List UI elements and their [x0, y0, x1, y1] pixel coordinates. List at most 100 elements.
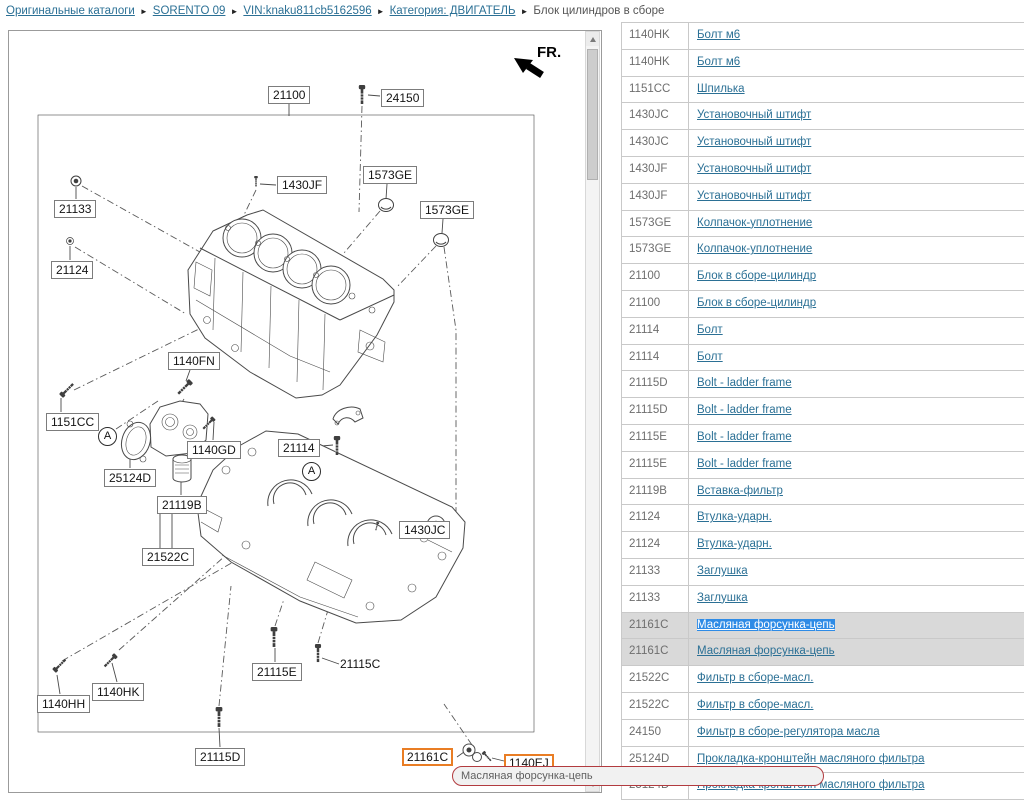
- callout-1140GD[interactable]: 1140GD: [187, 441, 241, 459]
- part-code: 1140HK: [622, 23, 689, 49]
- callout-1430JF[interactable]: 1430JF: [277, 176, 327, 194]
- part-name-link[interactable]: Болт: [697, 324, 723, 336]
- engine-diagram-sketch: [8, 30, 602, 793]
- part-name-cell: Втулка-ударн.: [689, 532, 1024, 558]
- part-code: 21124: [622, 505, 689, 531]
- part-name-link[interactable]: Bolt - ladder frame: [697, 458, 792, 470]
- part-name-cell: Заглушка: [689, 586, 1024, 612]
- part-name-link[interactable]: Bolt - ladder frame: [697, 431, 792, 443]
- part-name-link[interactable]: Шпилька: [697, 83, 745, 95]
- table-row: 21133 Заглушка: [622, 559, 1024, 586]
- part-name-cell: Фильтр в сборе-масл.: [689, 693, 1024, 719]
- part-code: 21133: [622, 586, 689, 612]
- part-name-link[interactable]: Установочный штифт: [697, 136, 811, 148]
- breadcrumb-link-catalogs[interactable]: Оригинальные каталоги: [6, 5, 135, 17]
- callout-1151CC[interactable]: 1151CC: [46, 413, 99, 431]
- part-code: 1573GE: [622, 237, 689, 263]
- fr-direction-label: FR.: [537, 44, 561, 61]
- part-name-cell: Масляная форсунка-цепь: [689, 639, 1024, 665]
- part-code: 21522C: [622, 666, 689, 692]
- part-name-link[interactable]: Масляная форсунка-цепь: [697, 645, 835, 657]
- callout-1573GE-1[interactable]: 1573GE: [363, 166, 417, 184]
- part-name-link[interactable]: Втулка-ударн.: [697, 511, 772, 523]
- table-row: 21522C Фильтр в сборе-масл.: [622, 693, 1024, 720]
- callout-21100[interactable]: 21100: [268, 86, 310, 104]
- callout-1140HK[interactable]: 1140HK: [92, 683, 144, 701]
- breadcrumb-link-model[interactable]: SORENTO 09: [153, 5, 226, 17]
- part-name-cell: Блок в сборе-цилиндр: [689, 291, 1024, 317]
- part-name-link[interactable]: Вставка-фильтр: [697, 485, 783, 497]
- leader-lines: [57, 95, 504, 761]
- part-name-cell: Блок в сборе-цилиндр: [689, 264, 1024, 290]
- scroll-up-button[interactable]: [586, 32, 599, 46]
- part-name-link[interactable]: Установочный штифт: [697, 163, 811, 175]
- part-code: 21100: [622, 291, 689, 317]
- table-row: 21115D Bolt - ladder frame: [622, 398, 1024, 425]
- part-name-link[interactable]: Фильтр в сборе-масл.: [697, 699, 813, 711]
- part-name-link[interactable]: Заглушка: [697, 565, 748, 577]
- callout-24150[interactable]: 24150: [381, 89, 424, 107]
- part-name-link[interactable]: Установочный штифт: [697, 109, 811, 121]
- table-row: 1430JC Установочный штифт: [622, 103, 1024, 130]
- diagram-scrollbar[interactable]: [585, 31, 600, 792]
- scrollbar-thumb[interactable]: [587, 49, 598, 180]
- callout-21114[interactable]: 21114: [278, 439, 320, 457]
- table-row: 21133 Заглушка: [622, 586, 1024, 613]
- part-name-link[interactable]: Установочный штифт: [697, 190, 811, 202]
- part-name-link[interactable]: Болт м6: [697, 56, 740, 68]
- callout-1140HH[interactable]: 1140HH: [37, 695, 90, 713]
- part-name-link[interactable]: Прокладка-кронштейн масляного фильтра: [697, 753, 924, 765]
- table-row: 21114 Болт: [622, 345, 1024, 372]
- part-name-link[interactable]: Фильтр в сборе-регулятора масла: [697, 726, 880, 738]
- callout-21522C[interactable]: 21522C: [142, 548, 194, 566]
- part-code: 21161C: [622, 639, 689, 665]
- table-row: 21115E Bolt - ladder frame: [622, 425, 1024, 452]
- breadcrumb-separator-icon: ►: [140, 7, 148, 16]
- callout-21115E[interactable]: 21115E: [252, 663, 302, 681]
- part-name-cell: Bolt - ladder frame: [689, 371, 1024, 397]
- part-name-link[interactable]: Втулка-ударн.: [697, 538, 772, 550]
- part-name-link[interactable]: Блок в сборе-цилиндр: [697, 297, 816, 309]
- breadcrumb-link-vin[interactable]: VIN:knaku811cb5162596: [243, 5, 371, 17]
- callout-21133[interactable]: 21133: [54, 200, 96, 218]
- part-name-cell: Шпилька: [689, 77, 1024, 103]
- callout-21119B[interactable]: 21119B: [157, 496, 207, 514]
- table-row: 21522C Фильтр в сборе-масл.: [622, 666, 1024, 693]
- breadcrumb: Оригинальные каталоги ► SORENTO 09 ► VIN…: [6, 5, 664, 17]
- part-name-link[interactable]: Болт: [697, 351, 723, 363]
- part-name-cell: Болт м6: [689, 50, 1024, 76]
- part-name-link[interactable]: Фильтр в сборе-масл.: [697, 672, 813, 684]
- part-code: 21133: [622, 559, 689, 585]
- breadcrumb-separator-icon: ►: [377, 7, 385, 16]
- part-code: 1430JF: [622, 157, 689, 183]
- part-name-link[interactable]: Колпачок-уплотнение: [697, 243, 812, 255]
- part-code: 1430JC: [622, 130, 689, 156]
- part-name-cell: Вставка-фильтр: [689, 479, 1024, 505]
- part-name-link[interactable]: Заглушка: [697, 592, 748, 604]
- part-name-link[interactable]: Масляная форсунка-цепь: [697, 619, 835, 631]
- part-name-link[interactable]: Блок в сборе-цилиндр: [697, 270, 816, 282]
- table-row: 21124 Втулка-ударн.: [622, 532, 1024, 559]
- part-name-link[interactable]: Bolt - ladder frame: [697, 377, 792, 389]
- callout-21115D[interactable]: 21115D: [195, 748, 245, 766]
- callout-1430JC[interactable]: 1430JC: [399, 521, 450, 539]
- part-name-link[interactable]: Болт м6: [697, 29, 740, 41]
- breadcrumb-link-category[interactable]: Категория: ДВИГАТЕЛЬ: [390, 5, 516, 17]
- part-name-link[interactable]: Bolt - ladder frame: [697, 404, 792, 416]
- part-name-cell: Масляная форсунка-цепь: [689, 613, 1024, 639]
- part-name-cell: Установочный штифт: [689, 184, 1024, 210]
- callout-1140FN[interactable]: 1140FN: [168, 352, 220, 370]
- parts-table: 1140HK Болт м6 1140HK Болт м6 1151CC Шпи…: [621, 22, 1024, 800]
- table-row: 24150 Фильтр в сборе-регулятора масла: [622, 720, 1024, 747]
- callout-21161C-highlighted[interactable]: 21161C: [402, 748, 453, 766]
- table-row: 21100 Блок в сборе-цилиндр: [622, 264, 1024, 291]
- part-name-link[interactable]: Колпачок-уплотнение: [697, 217, 812, 229]
- table-row: 21119B Вставка-фильтр: [622, 479, 1024, 506]
- callout-21124[interactable]: 21124: [51, 261, 93, 279]
- table-row: 1140HK Болт м6: [622, 23, 1024, 50]
- callout-1573GE-2[interactable]: 1573GE: [420, 201, 474, 219]
- callout-21115C: 21115C: [340, 656, 380, 672]
- callout-25124D[interactable]: 25124D: [104, 469, 156, 487]
- part-name-cell: Болт: [689, 345, 1024, 371]
- part-code: 1573GE: [622, 211, 689, 237]
